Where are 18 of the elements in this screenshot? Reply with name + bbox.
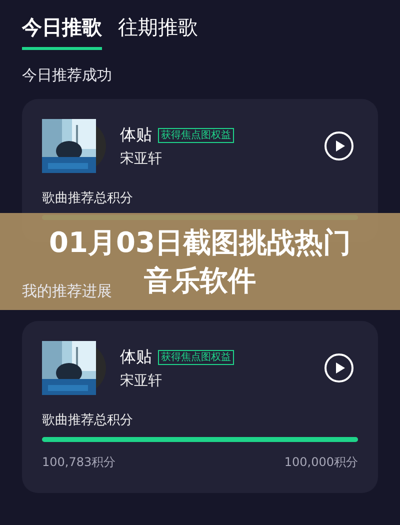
play-icon[interactable] <box>324 353 354 383</box>
tab[interactable]: 今日推歌 <box>22 14 102 50</box>
current-points: 100,783积分 <box>42 454 116 471</box>
benefit-tag: 获得焦点图权益 <box>158 350 234 364</box>
banner-title: 音乐软件 <box>144 262 256 298</box>
song-title: 体贴 <box>120 124 152 146</box>
play-icon[interactable] <box>324 131 354 161</box>
section-title: 我的推荐进展 <box>22 282 113 301</box>
tab[interactable]: 往期推歌 <box>118 14 198 50</box>
score-label: 歌曲推荐总积分 <box>42 190 134 207</box>
benefit-tag: 获得焦点图权益 <box>158 128 234 142</box>
target-points: 100,000积分 <box>284 454 358 471</box>
banner-title: 01月03日截图挑战热门 <box>49 224 351 260</box>
score-label: 歌曲推荐总积分 <box>42 412 134 429</box>
song-title: 体贴 <box>120 346 152 368</box>
section-title: 今日推荐成功 <box>22 66 113 85</box>
artist-name: 宋亚轩 <box>120 372 163 390</box>
artist-name: 宋亚轩 <box>120 150 163 168</box>
